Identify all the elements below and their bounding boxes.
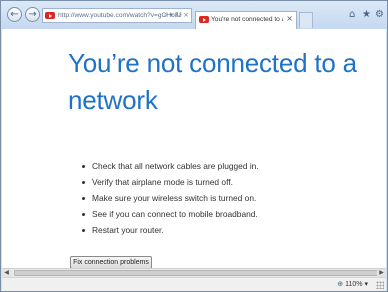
page-content: You’re not connected to a network Check … — [2, 29, 386, 268]
search-icon[interactable]: ⌕ — [164, 11, 168, 19]
scroll-right-icon[interactable]: ▶ — [377, 269, 386, 277]
chevron-down-icon[interactable]: ▾ — [170, 11, 174, 19]
youtube-favicon-icon — [45, 12, 55, 19]
list-item: Verify that airplane mode is turned off. — [82, 174, 259, 190]
forward-button[interactable]: → — [25, 7, 40, 22]
tab-active[interactable]: You're not connected to a ... × — [195, 11, 297, 29]
list-item: Restart your router. — [82, 222, 259, 238]
address-bar[interactable]: http://www.youtube.com/watch?v=gCHo8J ⌕ ▾… — [42, 8, 192, 23]
refresh-icon[interactable]: ↻ — [175, 11, 181, 19]
scroll-left-icon[interactable]: ◀ — [2, 269, 11, 277]
tab-title: You're not connected to a ... — [211, 16, 283, 23]
list-item: See if you can connect to mobile broadba… — [82, 206, 259, 222]
address-actions: ⌕ ▾ ↻ × — [162, 11, 189, 20]
list-item: Check that all network cables are plugge… — [82, 158, 259, 174]
youtube-favicon-icon — [199, 16, 209, 23]
browser-window: ← → http://www.youtube.com/watch?v=gCHo8… — [0, 0, 388, 292]
zoom-icon: ⊕ — [337, 281, 344, 288]
page-title: You’re not connected to a network — [68, 48, 357, 115]
gear-icon[interactable]: ⚙ — [375, 10, 384, 20]
arrow-left-icon: ← — [10, 9, 19, 20]
new-tab-button[interactable] — [299, 12, 313, 28]
stop-icon[interactable]: × — [183, 11, 189, 19]
scrollbar-thumb[interactable] — [14, 270, 379, 276]
home-icon[interactable]: ⌂ — [349, 10, 355, 20]
arrow-right-icon: → — [28, 9, 37, 20]
tab-close-icon[interactable]: × — [286, 14, 293, 23]
resize-grip-icon[interactable] — [376, 281, 384, 289]
zoom-level: 110% — [345, 281, 363, 288]
browser-toolbar: ← → http://www.youtube.com/watch?v=gCHo8… — [1, 1, 387, 29]
back-button[interactable]: ← — [7, 7, 22, 22]
list-item: Make sure your wireless switch is turned… — [82, 190, 259, 206]
tips-list: Check that all network cables are plugge… — [82, 158, 259, 238]
fix-connection-button[interactable]: Fix connection problems — [70, 256, 152, 268]
favorites-icon[interactable]: ★ — [362, 10, 371, 20]
chevron-down-icon[interactable]: ▾ — [364, 281, 368, 288]
horizontal-scrollbar[interactable]: ◀ ▶ — [2, 268, 386, 277]
status-bar: ⊕ 110% ▾ — [2, 277, 386, 291]
zoom-control[interactable]: ⊕ 110% ▾ — [337, 280, 368, 289]
